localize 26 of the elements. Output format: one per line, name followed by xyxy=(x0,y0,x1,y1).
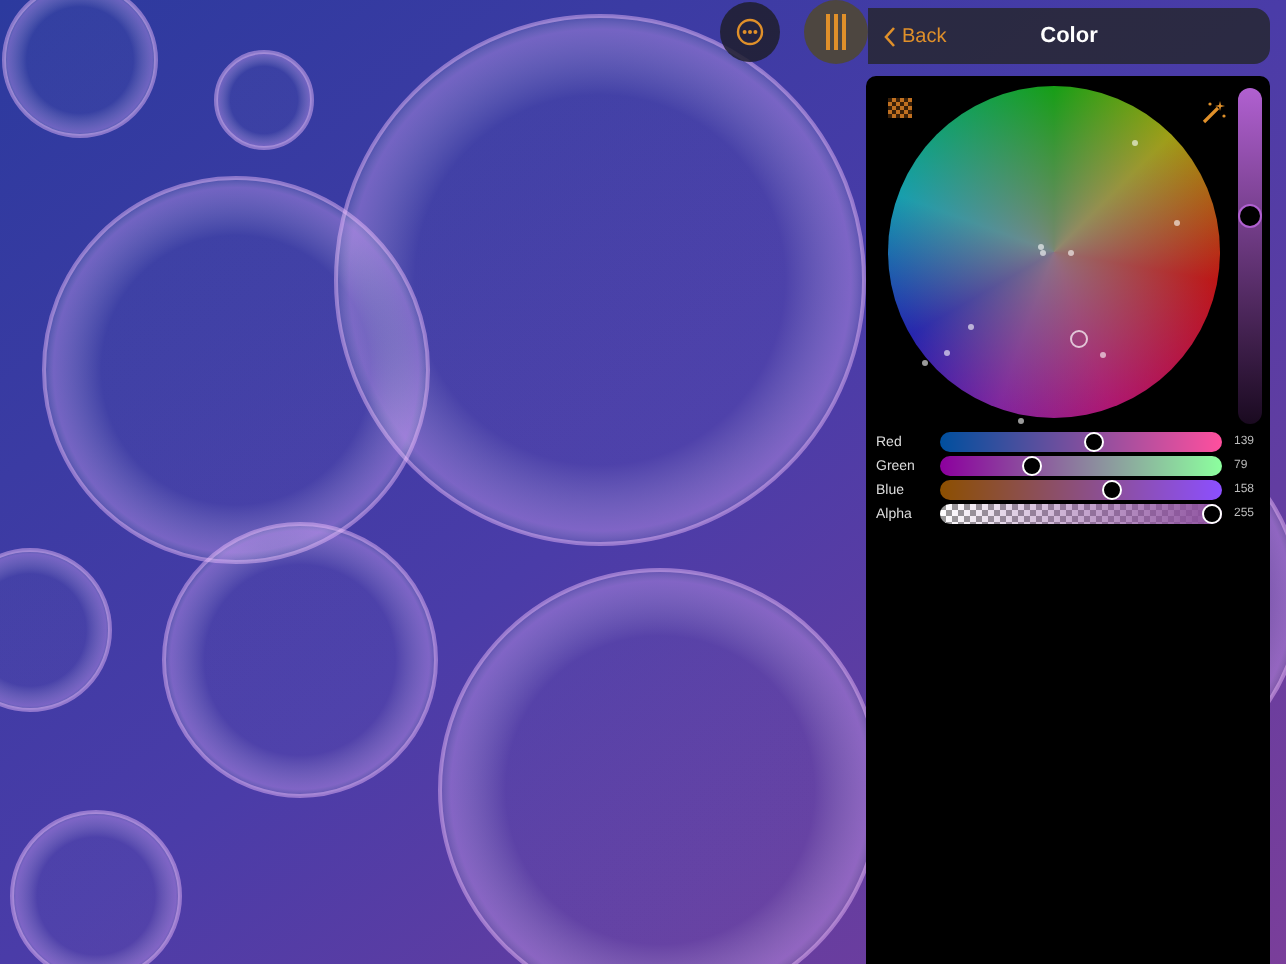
slider-thumb[interactable] xyxy=(1240,205,1260,226)
panel-title: Color xyxy=(1040,24,1098,48)
wheel-dot xyxy=(1018,418,1024,424)
wheel-dot xyxy=(1174,220,1180,226)
slider-thumb[interactable] xyxy=(1021,456,1042,476)
slider-thumb[interactable] xyxy=(1084,432,1105,452)
color-slider[interactable] xyxy=(940,432,1222,452)
layers-icon xyxy=(824,12,848,52)
more-icon xyxy=(736,18,764,46)
wheel-dot xyxy=(944,350,950,356)
slider-thumb[interactable] xyxy=(1202,504,1222,524)
chevron-left-icon xyxy=(884,25,896,47)
color-slider[interactable] xyxy=(940,456,1222,476)
brightness-slider[interactable] xyxy=(1238,88,1262,424)
color-slider[interactable] xyxy=(940,480,1222,500)
wheel-dot xyxy=(968,324,974,330)
slider-thumb[interactable] xyxy=(1102,480,1123,500)
wheel-dot xyxy=(1132,140,1138,146)
wheel-dot xyxy=(1100,352,1106,358)
transparency-icon[interactable] xyxy=(888,98,912,118)
wheel-handle[interactable] xyxy=(1070,330,1088,348)
wheel-dot xyxy=(922,360,928,366)
magic-wand-icon[interactable] xyxy=(1202,100,1226,124)
wheel-dot xyxy=(1068,250,1074,256)
back-button[interactable]: Back xyxy=(868,25,947,47)
color-slider[interactable] xyxy=(940,504,1222,524)
